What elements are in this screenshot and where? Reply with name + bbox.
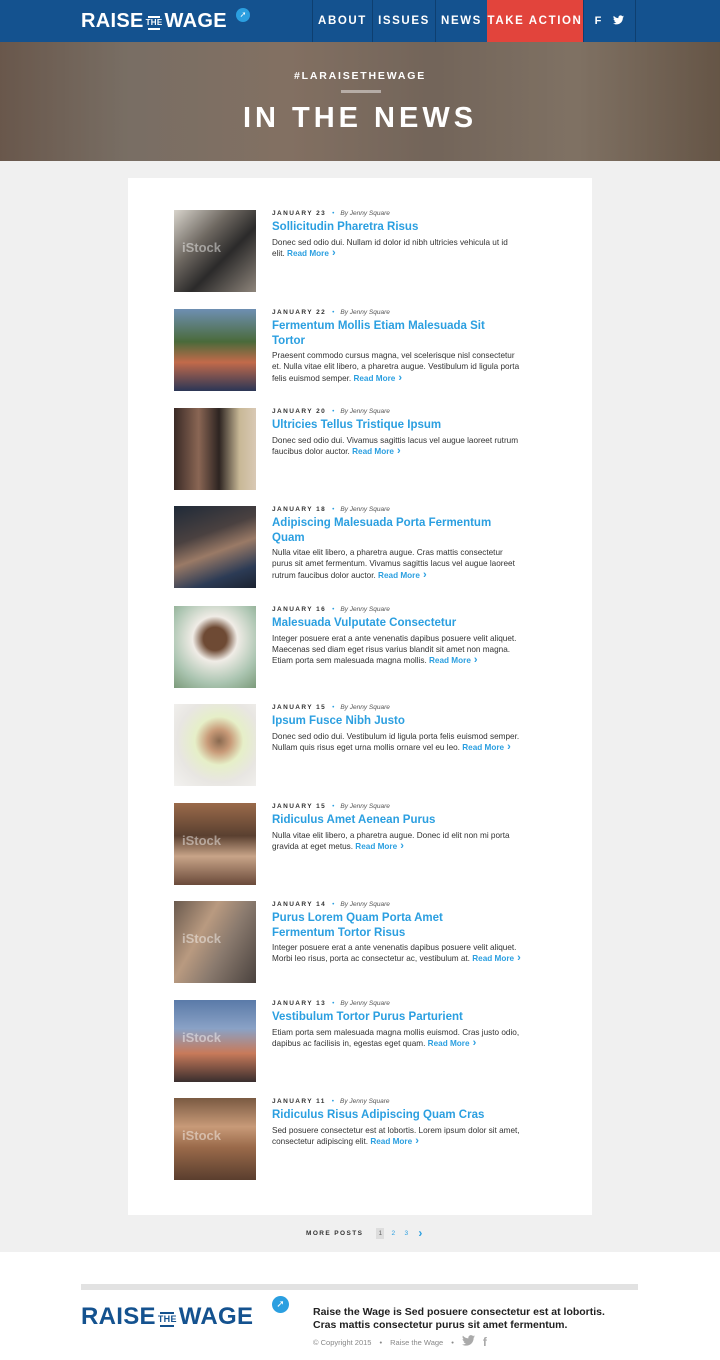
logo-the: THE — [146, 12, 163, 30]
nav-divider — [635, 0, 636, 42]
post-excerpt: Integer posuere erat a ante venenatis da… — [272, 633, 517, 666]
news-thumbnail[interactable]: iStock — [174, 210, 256, 292]
footer-separator: • — [379, 1337, 383, 1347]
read-more-link[interactable]: Read More — [472, 954, 521, 963]
nav-issues[interactable]: ISSUES — [372, 0, 435, 42]
footer-divider — [81, 1284, 638, 1290]
post-date: JANUARY 14 — [272, 901, 327, 908]
post-title[interactable]: Sollicitudin Pharetra Risus — [272, 220, 522, 235]
read-more-link[interactable]: Read More — [378, 571, 427, 580]
post-date: JANUARY 23 — [272, 210, 327, 217]
nav-take-action[interactable]: TAKE ACTION — [487, 0, 583, 42]
post-title[interactable]: Ipsum Fusce Nibh Justo — [272, 714, 522, 729]
main-menu: ABOUT ISSUES NEWS TAKE ACTION f — [312, 0, 636, 42]
page-link-1[interactable]: 1 — [376, 1227, 385, 1239]
news-thumbnail[interactable]: iStock — [174, 1000, 256, 1082]
post-date: JANUARY 20 — [272, 408, 327, 415]
post-title[interactable]: Malesuada Vulputate Consectetur — [272, 616, 522, 631]
page-link-2[interactable]: 2 — [389, 1228, 397, 1239]
post-date: JANUARY 13 — [272, 1000, 327, 1007]
post-author: By Jenny Square — [340, 210, 390, 217]
read-more-link[interactable]: Read More — [353, 374, 402, 383]
hero-divider — [341, 90, 381, 93]
post-author: By Jenny Square — [340, 506, 390, 513]
thumbnail-watermark: iStock — [182, 1030, 222, 1045]
read-more-link[interactable]: Read More — [370, 1137, 419, 1146]
post-title[interactable]: Ridiculus Risus Adipiscing Quam Cras — [272, 1108, 522, 1123]
post-title[interactable]: Adipiscing Malesuada Porta Fermentum Qua… — [272, 516, 522, 545]
read-more-link[interactable]: Read More — [429, 656, 478, 665]
facebook-icon[interactable]: f — [483, 1335, 487, 1349]
post-title[interactable]: Ultricies Tellus Tristique Ipsum — [272, 418, 522, 433]
copyright-text: © Copyright 2015 — [313, 1337, 372, 1347]
nav-news[interactable]: NEWS — [435, 0, 487, 42]
post-date: JANUARY 16 — [272, 606, 327, 613]
footer-logo-arrow-icon: ➚ — [272, 1296, 289, 1313]
thumbnail-watermark: iStock — [182, 240, 222, 255]
post-excerpt: Etiam porta sem malesuada magna mollis e… — [272, 1027, 520, 1048]
news-thumbnail[interactable] — [174, 704, 256, 786]
logo-arrow-icon: ➚ — [236, 8, 250, 22]
footer-description: Raise the Wage is Sed posuere consectetu… — [313, 1306, 605, 1331]
footer-logo-wage: WAGE — [178, 1303, 254, 1330]
pagination: MORE POSTS 1 2 3 › — [306, 1226, 422, 1240]
post-author: By Jenny Square — [340, 803, 390, 810]
twitter-icon[interactable] — [461, 1335, 475, 1349]
twitter-icon[interactable] — [613, 14, 625, 28]
news-thumbnail[interactable]: iStock — [174, 901, 256, 983]
page-title: IN THE NEWS — [242, 102, 478, 134]
page-link-3[interactable]: 3 — [402, 1228, 410, 1239]
post-author: By Jenny Square — [340, 309, 390, 316]
post-date: JANUARY 22 — [272, 309, 327, 316]
footer-logo-raise: RAISE — [81, 1303, 156, 1330]
thumbnail-watermark: iStock — [182, 931, 222, 946]
post-author: By Jenny Square — [340, 408, 390, 415]
news-thumbnail[interactable] — [174, 506, 256, 588]
facebook-icon[interactable]: f — [595, 15, 602, 27]
post-title[interactable]: Purus Lorem Quam Porta Amet Fermentum To… — [272, 911, 472, 940]
more-posts-label: MORE POSTS — [306, 1229, 364, 1237]
news-thumbnail[interactable] — [174, 408, 256, 490]
post-title[interactable]: Ridiculus Amet Aenean Purus — [272, 813, 522, 828]
thumbnail-watermark: iStock — [182, 833, 222, 848]
post-date: JANUARY 18 — [272, 506, 327, 513]
post-author: By Jenny Square — [340, 1098, 390, 1105]
site-logo[interactable]: RAISE THE WAGE — [81, 10, 227, 32]
read-more-link[interactable]: Read More — [287, 249, 336, 258]
news-thumbnail[interactable]: iStock — [174, 803, 256, 885]
logo-raise: RAISE — [81, 10, 144, 32]
news-thumbnail[interactable]: iStock — [174, 1098, 256, 1180]
read-more-link[interactable]: Read More — [355, 842, 404, 851]
hero-hashtag: #LARAISETHEWAGE — [293, 70, 426, 82]
footer-logo-the: THE — [158, 1308, 177, 1327]
news-list: iStock JANUARY 23 • By Jenny Square Sollic… — [128, 178, 592, 1215]
logo-wage: WAGE — [164, 10, 227, 32]
post-title[interactable]: Vestibulum Tortor Purus Parturient — [272, 1010, 522, 1025]
post-author: By Jenny Square — [340, 704, 390, 711]
post-author: By Jenny Square — [340, 606, 390, 613]
post-author: By Jenny Square — [340, 1000, 390, 1007]
hero-banner: #LARAISETHEWAGE IN THE NEWS — [0, 42, 720, 161]
footer-separator: • — [451, 1337, 454, 1347]
news-thumbnail[interactable] — [174, 309, 256, 391]
nav-about[interactable]: ABOUT — [312, 0, 372, 42]
read-more-link[interactable]: Read More — [462, 743, 511, 752]
top-nav: RAISE THE WAGE ➚ ABOUT ISSUES NEWS TAKE … — [0, 0, 720, 42]
news-thumbnail[interactable] — [174, 606, 256, 688]
post-date: JANUARY 15 — [272, 704, 327, 711]
footer-meta: © Copyright 2015 • Raise the Wage • f — [313, 1335, 487, 1349]
read-more-link[interactable]: Read More — [428, 1039, 477, 1048]
next-page-icon[interactable]: › — [418, 1226, 422, 1240]
footer-logo[interactable]: RAISE THE WAGE — [81, 1304, 253, 1330]
read-more-link[interactable]: Read More — [352, 447, 401, 456]
footer-site-name: Raise the Wage — [390, 1337, 444, 1347]
post-title[interactable]: Fermentum Mollis Etiam Malesuada Sit Tor… — [272, 319, 487, 348]
nav-social: f — [583, 0, 635, 42]
site-footer: RAISE THE WAGE ➚ Raise the Wage is Sed p… — [0, 1252, 720, 1360]
post-date: JANUARY 15 — [272, 803, 327, 810]
post-author: By Jenny Square — [340, 901, 390, 908]
post-date: JANUARY 11 — [272, 1098, 326, 1105]
thumbnail-watermark: iStock — [182, 1128, 222, 1143]
